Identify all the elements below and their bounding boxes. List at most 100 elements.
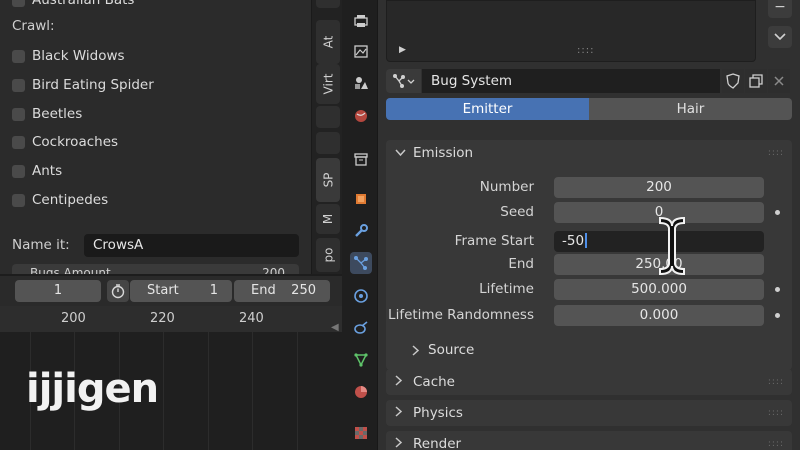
cache-panel[interactable]: Cache ::::	[386, 369, 792, 395]
sidebar-tabs: At Virt SP M po	[312, 0, 342, 274]
lifetime-field[interactable]: 500.000	[554, 279, 764, 300]
source-title: Source	[428, 342, 475, 358]
checkbox-row-black-widows[interactable]: Black Widows	[12, 46, 125, 66]
properties-tab-bar	[342, 0, 378, 450]
chevron-right-icon	[395, 375, 407, 389]
frame-end-label: End	[508, 256, 534, 272]
stopwatch-icon[interactable]	[107, 280, 129, 302]
tab-sp[interactable]: SP	[316, 158, 340, 202]
particle-systems-list[interactable]: ▶ ::::	[386, 0, 756, 62]
checkbox-row-beetles[interactable]: Beetles	[12, 104, 82, 124]
panel-title: Emission	[413, 145, 474, 161]
particles-properties-icon[interactable]	[350, 252, 372, 274]
tab-empty-2[interactable]	[316, 132, 340, 154]
chevron-down-icon	[395, 147, 407, 160]
render-properties-icon[interactable]	[350, 10, 372, 32]
chevron-down-icon[interactable]	[768, 26, 792, 48]
properties-editor: ▶ :::: − Bug System Emitter Hair Emissio…	[378, 0, 800, 450]
current-frame-field[interactable]: 1	[15, 280, 101, 302]
constraints-properties-icon[interactable]	[350, 317, 372, 339]
name-input[interactable]: CrowsA	[84, 234, 299, 257]
checkbox-label: Bird Eating Spider	[32, 77, 154, 93]
checkbox[interactable]	[12, 193, 25, 207]
checkbox-row-ants[interactable]: Ants	[12, 161, 62, 181]
frame-start-value: -50	[562, 233, 585, 249]
physics-properties-icon[interactable]	[350, 285, 372, 307]
chevron-right-icon	[412, 344, 420, 356]
timeline-ruler[interactable]: 200 220 240	[0, 306, 342, 332]
object-properties-icon[interactable]	[350, 188, 372, 210]
particle-type-toggle: Emitter Hair	[386, 98, 792, 120]
tab-top[interactable]	[316, 0, 340, 8]
keyframe-dot-icon[interactable]	[775, 313, 780, 318]
ruler-mark: 200	[61, 311, 86, 326]
checkbox-row-bird-eating-spider[interactable]: Bird Eating Spider	[12, 75, 154, 95]
keyframe-dot-icon[interactable]	[775, 210, 780, 215]
number-field[interactable]: 200	[554, 177, 764, 198]
panel-title: Render	[413, 436, 462, 450]
tab-at[interactable]: At	[316, 20, 340, 64]
ruler-mark: 220	[150, 311, 175, 326]
emission-panel-header[interactable]: Emission ::::	[386, 140, 792, 166]
text-cursor-icon	[659, 216, 685, 276]
start-label: Start	[147, 283, 179, 298]
checkbox-label: Black Widows	[32, 48, 125, 64]
start-value: 1	[209, 283, 218, 298]
tab-virt[interactable]: Virt	[316, 64, 340, 104]
particle-settings-browse-button[interactable]	[386, 69, 421, 93]
crawl-heading: Crawl:	[12, 18, 55, 34]
close-icon[interactable]	[768, 69, 790, 93]
checkbox[interactable]	[12, 107, 25, 121]
checkbox-label: Beetles	[32, 106, 83, 122]
object-data-icon[interactable]	[350, 349, 372, 371]
texture-properties-icon[interactable]	[350, 422, 372, 444]
start-frame-field[interactable]: Start 1	[130, 280, 232, 302]
expand-triangle-icon[interactable]: ▶	[399, 45, 406, 55]
bugs-amount-field[interactable]: Bugs Amount 200	[12, 264, 299, 274]
render-panel[interactable]: Render ::::	[386, 431, 792, 450]
tab-hair[interactable]: Hair	[589, 98, 792, 120]
drag-grip-icon[interactable]: ::::	[768, 148, 784, 158]
checkbox[interactable]	[12, 135, 25, 149]
checkbox-row-centipedes[interactable]: Centipedes	[12, 190, 108, 210]
drag-grip-icon[interactable]: ::::	[768, 377, 784, 387]
checkbox[interactable]	[12, 164, 25, 178]
lifetime-randomness-label: Lifetime Randomness	[388, 307, 534, 323]
world-properties-icon[interactable]	[350, 105, 372, 127]
particle-settings-name-field[interactable]: Bug System	[422, 69, 720, 93]
tab-po[interactable]: po	[316, 238, 340, 272]
duplicate-icon[interactable]	[745, 69, 767, 93]
drag-grip-icon[interactable]: ::::	[768, 408, 784, 418]
chevron-right-icon	[395, 437, 407, 450]
physics-panel[interactable]: Physics ::::	[386, 400, 792, 426]
material-properties-icon[interactable]	[350, 381, 372, 403]
checkbox[interactable]	[12, 0, 25, 7]
tab-emitter[interactable]: Emitter	[386, 98, 589, 120]
frame-start-label: Frame Start	[454, 233, 534, 249]
checkbox[interactable]	[12, 49, 25, 63]
source-subpanel-header[interactable]: Source	[412, 342, 474, 358]
drag-grip-icon[interactable]: ::::	[768, 439, 784, 449]
fake-user-shield-icon[interactable]	[722, 69, 744, 93]
modifier-wrench-icon[interactable]	[350, 220, 372, 242]
keyframe-dot-icon[interactable]	[775, 287, 780, 292]
resize-grip-icon[interactable]: ::::	[577, 45, 594, 56]
lifetime-randomness-field[interactable]: 0.000	[554, 305, 764, 326]
checkbox-row-australian-bats[interactable]: Australian Bats	[12, 0, 134, 10]
panel-title: Physics	[413, 405, 463, 421]
checkbox-label: Centipedes	[32, 192, 109, 208]
name-label: Name it:	[12, 237, 70, 253]
checkbox[interactable]	[12, 78, 25, 92]
collection-properties-icon[interactable]	[350, 148, 372, 170]
tab-m[interactable]: M	[316, 204, 340, 234]
tab-empty-1[interactable]	[316, 106, 340, 128]
checkbox-label: Australian Bats	[32, 0, 135, 8]
remove-slot-button[interactable]: −	[768, 0, 792, 18]
seed-label: Seed	[500, 204, 534, 220]
output-properties-icon[interactable]	[350, 40, 372, 62]
chevron-right-icon	[395, 406, 407, 420]
checkbox-row-cockroaches[interactable]: Cockroaches	[12, 132, 118, 152]
end-frame-field[interactable]: End 250	[234, 280, 330, 302]
addon-panel: Australian Bats Crawl: Black Widows Bird…	[0, 0, 312, 274]
scene-properties-icon[interactable]	[350, 72, 372, 94]
